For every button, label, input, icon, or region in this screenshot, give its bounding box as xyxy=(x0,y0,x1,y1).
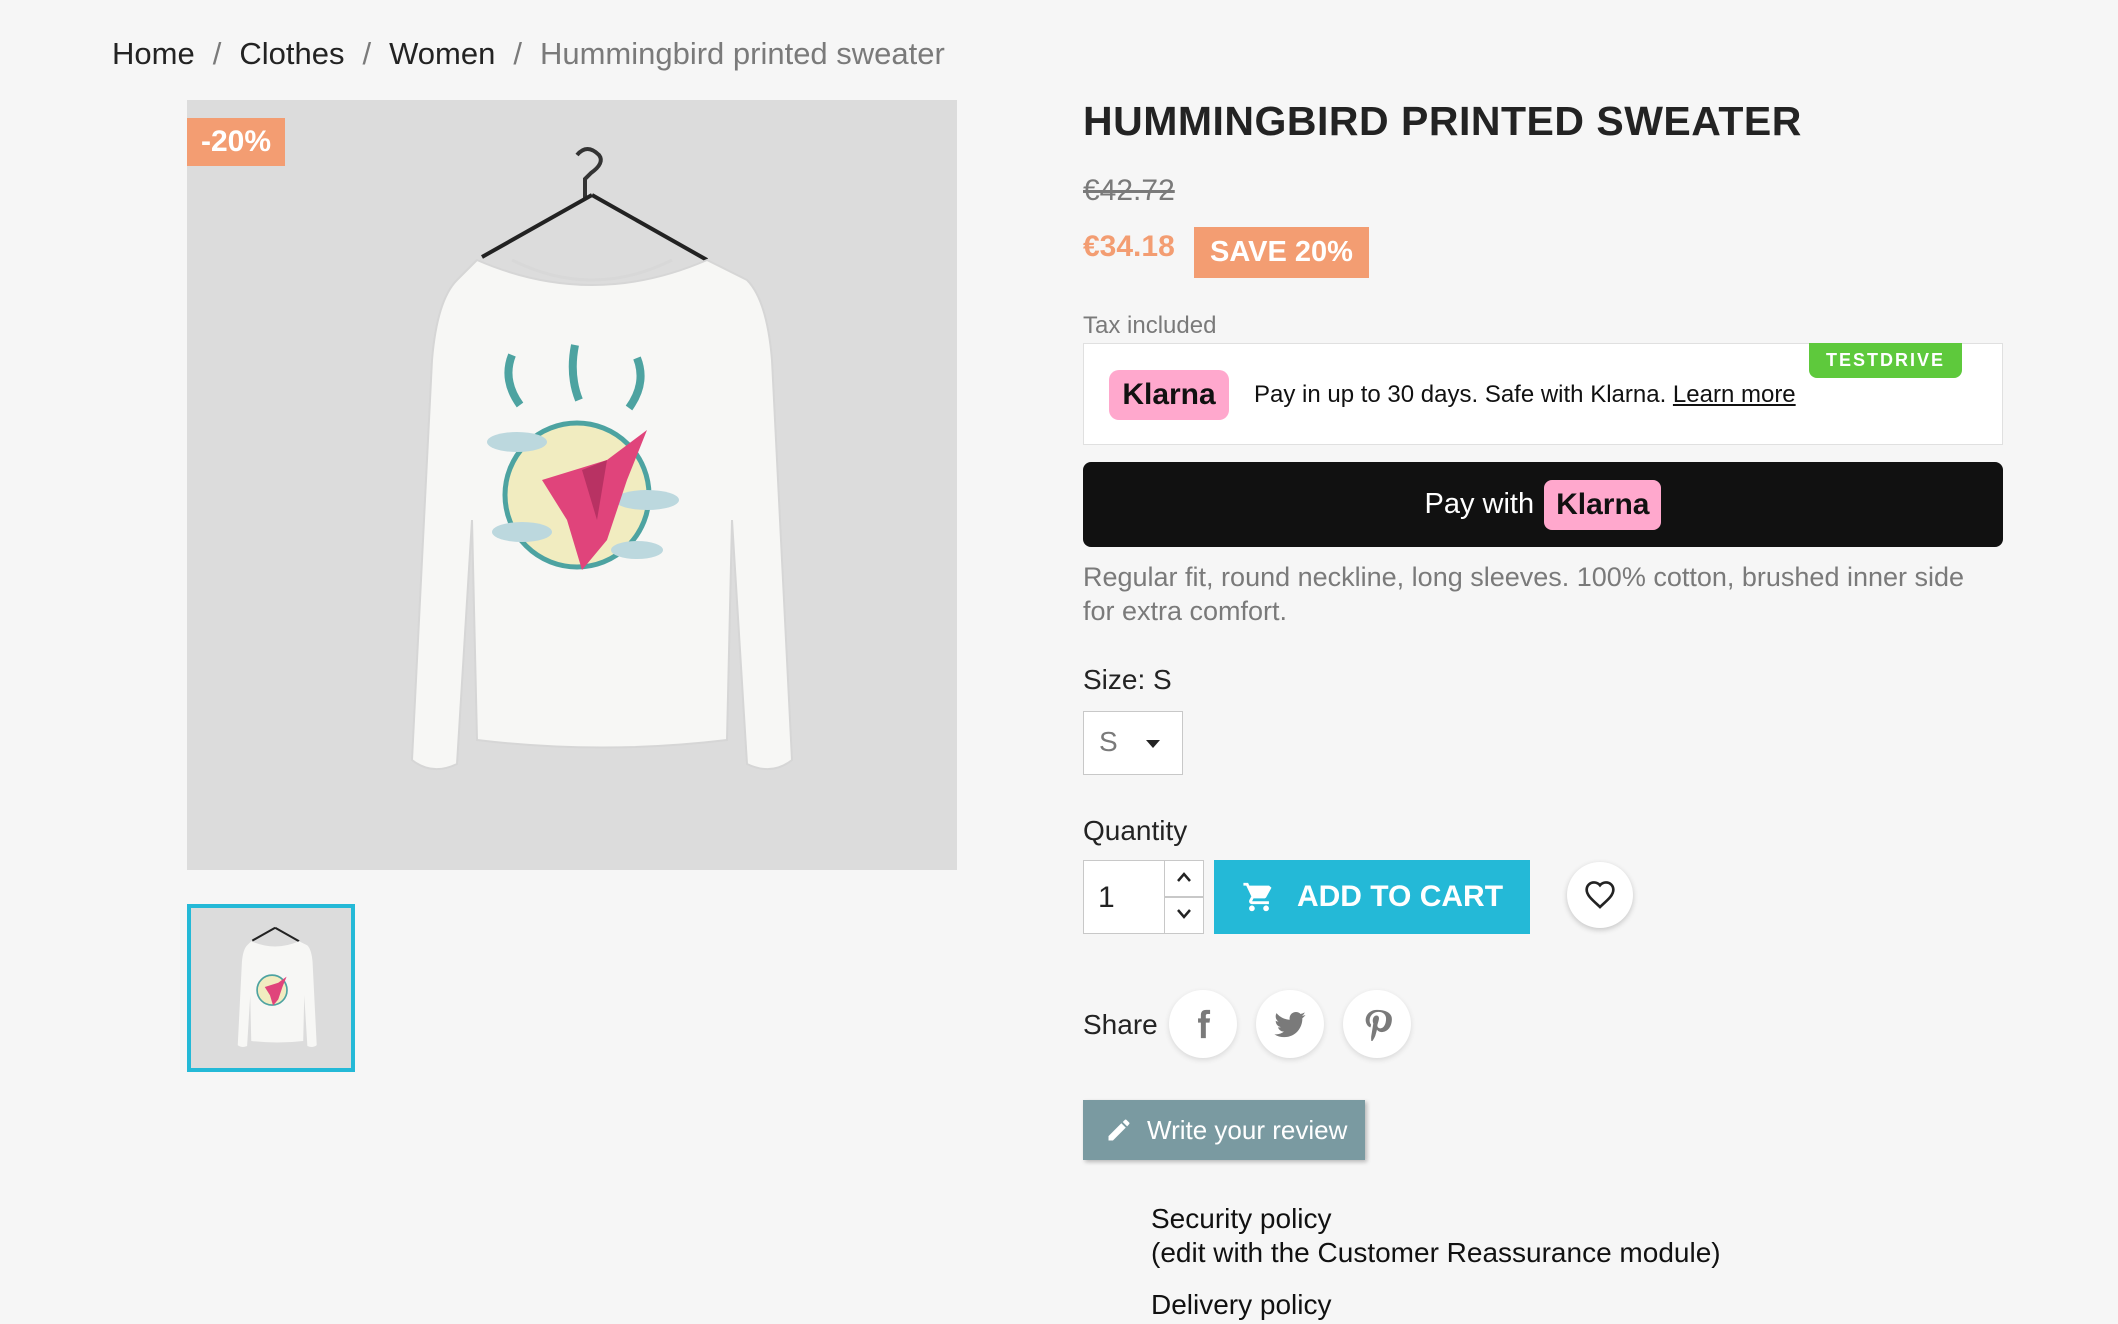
product-title: HUMMINGBIRD PRINTED SWEATER xyxy=(1083,98,1802,144)
cart-icon xyxy=(1243,882,1272,912)
save-badge: SAVE 20% xyxy=(1194,227,1369,278)
klarna-message-text: Pay in up to 30 days. Safe with Klarna. xyxy=(1254,381,1667,408)
pay-with-label: Pay with xyxy=(1424,488,1535,520)
product-main-image[interactable]: -20% xyxy=(187,100,957,870)
write-review-label: Write your review xyxy=(1147,1114,1348,1145)
quantity-decrease-button[interactable] xyxy=(1164,897,1204,934)
quantity-increase-button[interactable] xyxy=(1164,860,1204,897)
add-to-cart-label: ADD TO CART xyxy=(1296,880,1504,913)
klarna-button-logo: Klarna xyxy=(1544,479,1662,530)
write-review-button[interactable]: Write your review xyxy=(1083,1100,1365,1160)
share-facebook-button[interactable] xyxy=(1169,990,1237,1058)
breadcrumb-separator: / xyxy=(362,36,372,71)
product-page: Home / Clothes / Women / Hummingbird pri… xyxy=(0,0,2118,1324)
klarna-message-box: TESTDRIVE Klarna Pay in up to 30 days. S… xyxy=(1083,343,2003,445)
breadcrumb: Home / Clothes / Women / Hummingbird pri… xyxy=(112,36,945,72)
breadcrumb-home[interactable]: Home xyxy=(112,36,195,72)
product-thumbnail[interactable] xyxy=(187,904,355,1072)
security-policy: Security policy (edit with the Customer … xyxy=(1151,1202,1721,1270)
current-price: €34.18 xyxy=(1083,230,1175,263)
breadcrumb-clothes[interactable]: Clothes xyxy=(239,36,344,72)
pinterest-icon xyxy=(1365,1009,1392,1041)
product-description: Regular fit, round neckline, long sleeve… xyxy=(1083,562,1965,626)
security-policy-subtitle: (edit with the Customer Reassurance modu… xyxy=(1151,1237,1721,1268)
breadcrumb-separator: / xyxy=(513,36,522,71)
share-pinterest-button[interactable] xyxy=(1343,990,1411,1058)
delivery-policy: Delivery policy xyxy=(1151,1288,1721,1322)
sweater-illustration xyxy=(410,147,794,771)
wishlist-button[interactable] xyxy=(1567,862,1633,928)
share-twitter-button[interactable] xyxy=(1256,990,1324,1058)
sweater-thumbnail-illustration xyxy=(237,926,317,1048)
quantity-input[interactable]: 1 xyxy=(1083,860,1165,934)
size-label: Size: S xyxy=(1083,664,1172,695)
size-select[interactable]: S xyxy=(1083,711,1183,775)
size-select-value: S xyxy=(1099,726,1118,757)
testdrive-badge: TESTDRIVE xyxy=(1808,343,1962,378)
regular-price: €42.72 xyxy=(1083,174,1175,207)
add-to-cart-button[interactable]: ADD TO CART xyxy=(1214,860,1530,934)
share-label: Share xyxy=(1083,1009,1158,1040)
pencil-icon xyxy=(1108,1119,1130,1141)
heart-icon xyxy=(1585,881,1615,909)
delivery-policy-title: Delivery policy xyxy=(1151,1289,1332,1320)
caret-down-icon xyxy=(1146,740,1160,748)
chevron-down-icon xyxy=(1177,909,1191,919)
pay-with-klarna-button[interactable]: Pay with Klarna xyxy=(1083,462,2003,547)
klarna-learn-more-link[interactable]: Learn more xyxy=(1673,381,1796,408)
breadcrumb-separator: / xyxy=(212,36,222,71)
breadcrumb-current: Hummingbird printed sweater xyxy=(539,36,945,71)
twitter-icon xyxy=(1274,1011,1306,1038)
security-policy-title: Security policy xyxy=(1151,1203,1332,1234)
tax-note: Tax included xyxy=(1083,312,1217,339)
quantity-value: 1 xyxy=(1098,881,1115,914)
facebook-icon xyxy=(1198,1009,1211,1039)
discount-flag: -20% xyxy=(187,118,286,166)
customer-reassurance: Security policy (edit with the Customer … xyxy=(1151,1202,1721,1324)
chevron-up-icon xyxy=(1177,872,1191,882)
breadcrumb-women[interactable]: Women xyxy=(389,36,495,72)
quantity-label: Quantity xyxy=(1083,815,1188,846)
klarna-message: Pay in up to 30 days. Safe with Klarna. … xyxy=(1254,381,1796,409)
klarna-logo: Klarna xyxy=(1109,370,1229,420)
